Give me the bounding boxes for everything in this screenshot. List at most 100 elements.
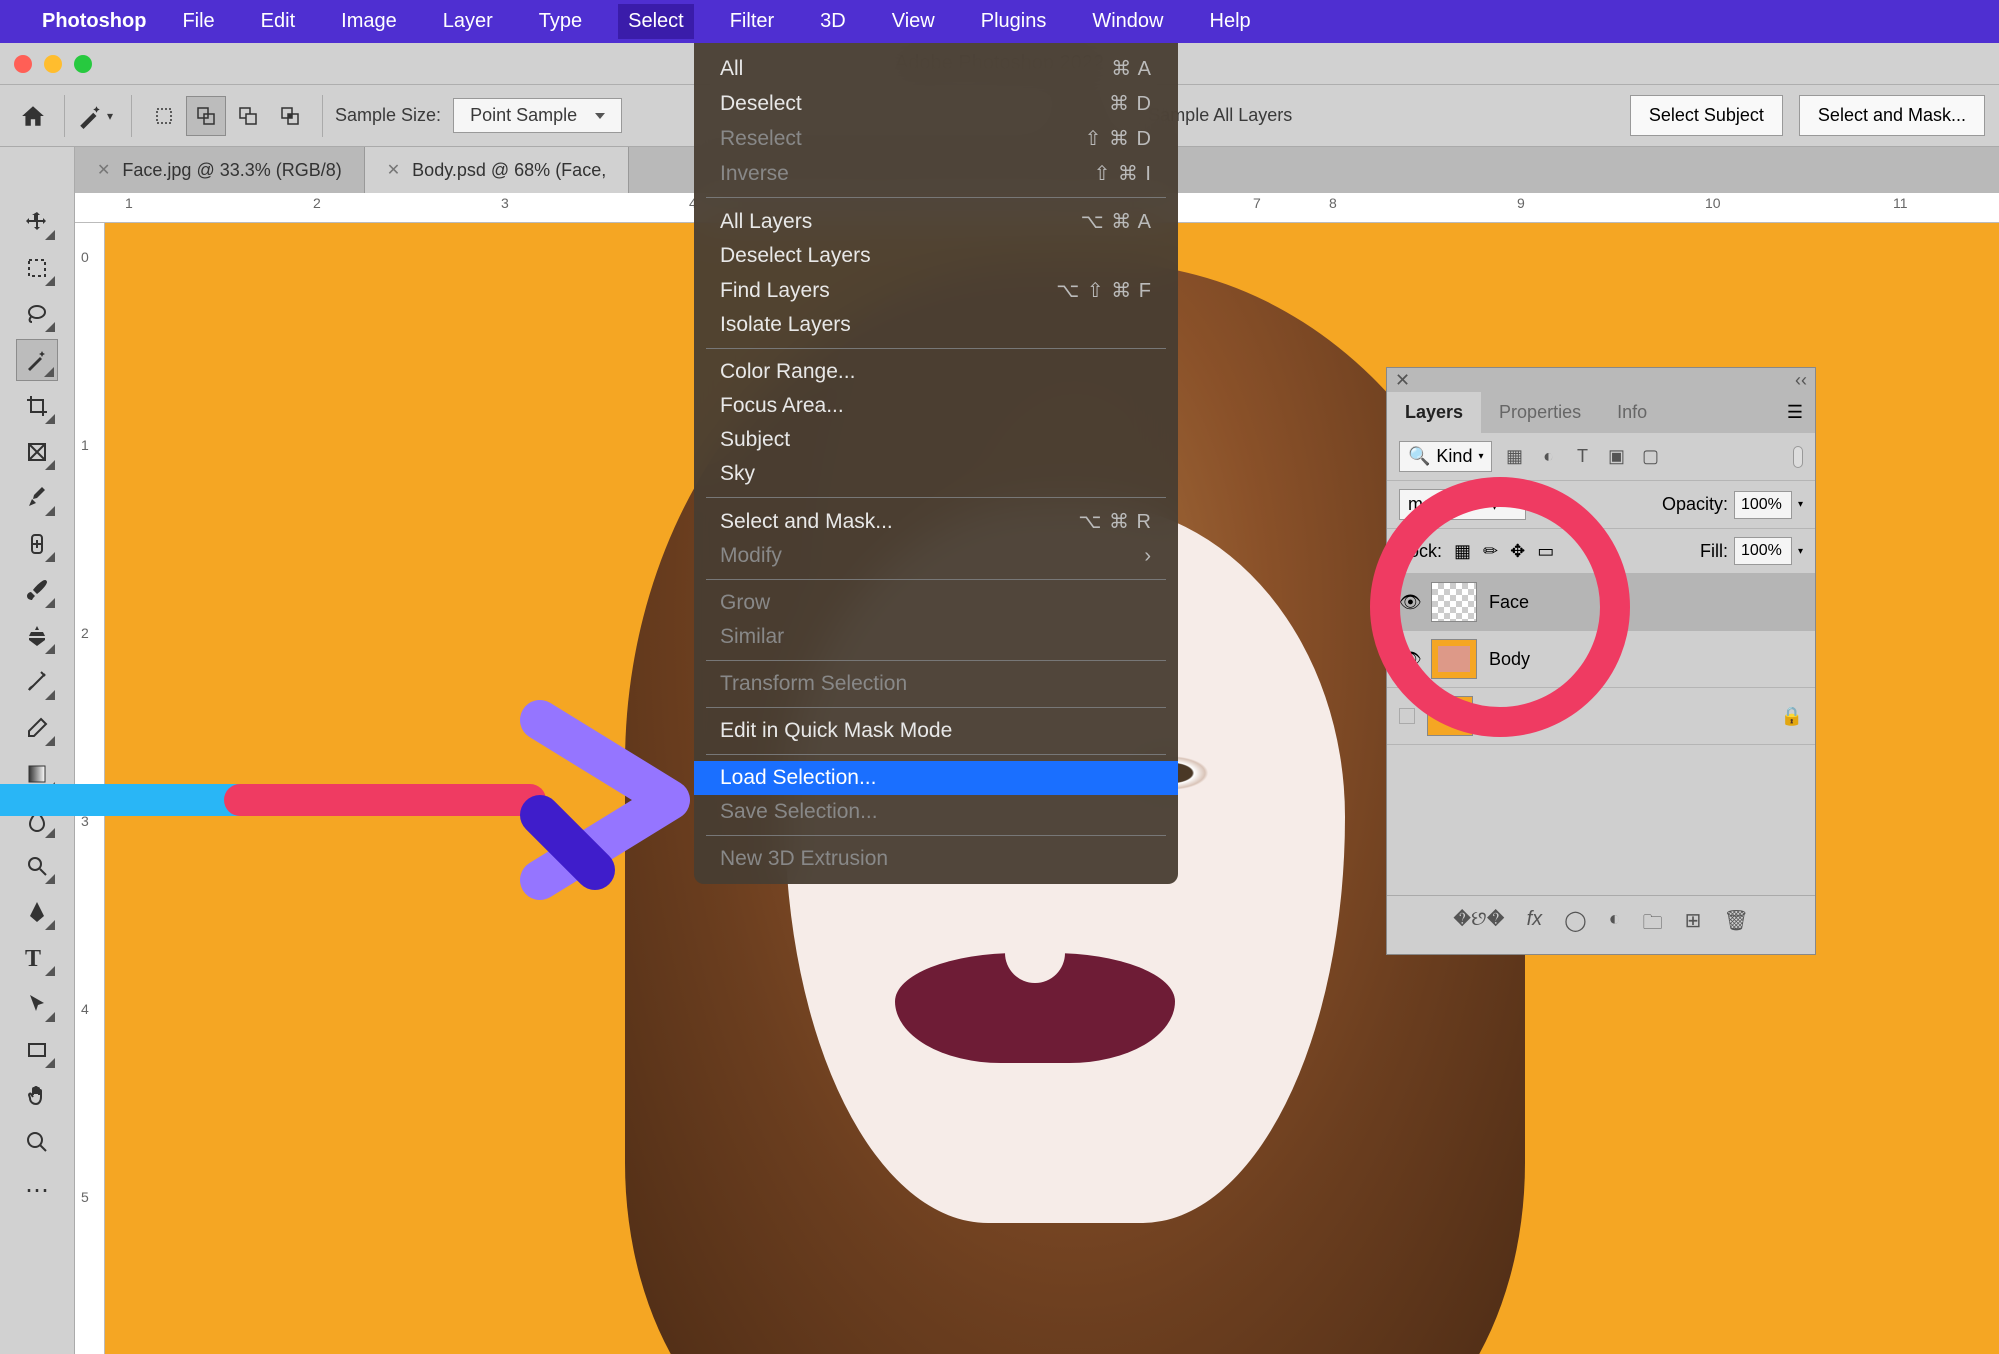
- select-subject-button[interactable]: Select Subject: [1630, 95, 1783, 136]
- crop-tool[interactable]: [16, 385, 58, 427]
- close-tab-icon[interactable]: ✕: [387, 160, 400, 180]
- add-mask-icon[interactable]: ◯: [1564, 908, 1586, 942]
- magic-wand-tool[interactable]: [16, 339, 58, 381]
- filter-pixel-icon[interactable]: ▦: [1502, 446, 1526, 467]
- layer-thumbnail[interactable]: [1431, 582, 1477, 622]
- document-tab[interactable]: ✕ Face.jpg @ 33.3% (RGB/8): [75, 147, 365, 193]
- healing-brush-tool[interactable]: [16, 523, 58, 565]
- blur-tool[interactable]: [16, 799, 58, 841]
- menu-item-edit-in-quick-mask-mode[interactable]: Edit in Quick Mask Mode: [694, 714, 1178, 748]
- tool-indicator-magic-wand-icon[interactable]: ▾: [77, 103, 119, 129]
- panel-tab-properties[interactable]: Properties: [1481, 392, 1599, 433]
- menu-item-all[interactable]: All⌘ A: [694, 51, 1178, 86]
- menu-file[interactable]: File: [172, 4, 224, 39]
- visibility-toggle-icon[interactable]: 👁: [1399, 592, 1419, 613]
- menu-item-all-layers[interactable]: All Layers⌥ ⌘ A: [694, 204, 1178, 239]
- panel-collapse-icon[interactable]: ‹‹: [1795, 370, 1807, 391]
- opacity-input[interactable]: [1734, 491, 1792, 519]
- filter-toggle[interactable]: [1793, 446, 1803, 468]
- menu-item-color-range[interactable]: Color Range...: [694, 355, 1178, 389]
- frame-tool[interactable]: [16, 431, 58, 473]
- menu-item-load-selection[interactable]: Load Selection...: [694, 761, 1178, 795]
- lock-position-icon[interactable]: ✥: [1510, 541, 1525, 562]
- lasso-tool[interactable]: [16, 293, 58, 335]
- dodge-tool[interactable]: [16, 845, 58, 887]
- menu-item-isolate-layers[interactable]: Isolate Layers: [694, 308, 1178, 342]
- visibility-toggle-icon[interactable]: [1399, 708, 1415, 724]
- type-tool[interactable]: T: [16, 937, 58, 979]
- blend-mode-dropdown[interactable]: mal ▾: [1399, 489, 1526, 520]
- rectangle-tool[interactable]: [16, 1029, 58, 1071]
- menu-item-select-and-mask[interactable]: Select and Mask...⌥ ⌘ R: [694, 504, 1178, 539]
- menu-plugins[interactable]: Plugins: [971, 4, 1057, 39]
- filter-shape-icon[interactable]: ▣: [1604, 446, 1628, 467]
- selection-intersect-icon[interactable]: [270, 96, 310, 136]
- menu-item-focus-area[interactable]: Focus Area...: [694, 389, 1178, 423]
- window-close-button[interactable]: [14, 55, 32, 73]
- selection-new-icon[interactable]: [144, 96, 184, 136]
- menu-window[interactable]: Window: [1082, 4, 1173, 39]
- new-group-icon[interactable]: 🗀: [1643, 908, 1663, 942]
- menu-image[interactable]: Image: [331, 4, 407, 39]
- app-name[interactable]: Photoshop: [42, 10, 146, 33]
- filter-adjustment-icon[interactable]: ◐: [1536, 446, 1560, 467]
- link-layers-icon[interactable]: �છ�: [1453, 908, 1504, 942]
- pen-tool[interactable]: [16, 891, 58, 933]
- lock-icon[interactable]: 🔒: [1781, 706, 1803, 727]
- layer-name[interactable]: Face: [1489, 592, 1529, 613]
- adjustment-layer-icon[interactable]: ◐: [1609, 908, 1621, 942]
- close-tab-icon[interactable]: ✕: [97, 160, 110, 180]
- home-button[interactable]: [14, 97, 52, 135]
- select-and-mask-button[interactable]: Select and Mask...: [1799, 95, 1985, 136]
- menu-filter[interactable]: Filter: [720, 4, 784, 39]
- visibility-toggle-icon[interactable]: 👁: [1399, 649, 1419, 670]
- filter-type-icon[interactable]: T: [1570, 446, 1594, 467]
- menu-help[interactable]: Help: [1200, 4, 1261, 39]
- layer-row[interactable]: 👁 Face: [1387, 574, 1815, 631]
- layer-name[interactable]: ckground: [1485, 706, 1559, 727]
- window-minimize-button[interactable]: [44, 55, 62, 73]
- layer-row[interactable]: ckground 🔒: [1387, 688, 1815, 745]
- zoom-tool[interactable]: [16, 1121, 58, 1163]
- new-layer-icon[interactable]: ⊞: [1685, 908, 1702, 942]
- lock-artboard-icon[interactable]: ▭: [1537, 541, 1554, 562]
- layer-thumbnail[interactable]: [1431, 639, 1477, 679]
- edit-toolbar-icon[interactable]: ⋯: [16, 1167, 58, 1209]
- layer-thumbnail[interactable]: [1427, 696, 1473, 736]
- selection-add-icon[interactable]: [186, 96, 226, 136]
- menu-item-find-layers[interactable]: Find Layers⌥ ⇧ ⌘ F: [694, 273, 1178, 308]
- window-maximize-button[interactable]: [74, 55, 92, 73]
- move-tool[interactable]: [16, 201, 58, 243]
- menu-view[interactable]: View: [882, 4, 945, 39]
- menu-3d[interactable]: 3D: [810, 4, 856, 39]
- filter-smart-icon[interactable]: ▢: [1638, 446, 1662, 467]
- menu-type[interactable]: Type: [529, 4, 592, 39]
- lock-pixels-icon[interactable]: ✏: [1483, 541, 1498, 562]
- layer-effects-icon[interactable]: fx: [1527, 908, 1543, 942]
- fill-input[interactable]: [1734, 537, 1792, 565]
- layer-row[interactable]: 👁 Body: [1387, 631, 1815, 688]
- path-selection-tool[interactable]: [16, 983, 58, 1025]
- hand-tool[interactable]: [16, 1075, 58, 1117]
- history-brush-tool[interactable]: [16, 661, 58, 703]
- eyedropper-tool[interactable]: [16, 477, 58, 519]
- selection-subtract-icon[interactable]: [228, 96, 268, 136]
- eraser-tool[interactable]: [16, 707, 58, 749]
- gradient-tool[interactable]: [16, 753, 58, 795]
- menu-item-deselect[interactable]: Deselect⌘ D: [694, 86, 1178, 121]
- marquee-tool[interactable]: [16, 247, 58, 289]
- panel-tab-layers[interactable]: Layers: [1387, 392, 1481, 433]
- panel-tab-info[interactable]: Info: [1599, 392, 1665, 433]
- menu-select[interactable]: Select: [618, 4, 694, 39]
- document-tab[interactable]: ✕ Body.psd @ 68% (Face,: [365, 147, 629, 193]
- delete-layer-icon[interactable]: 🗑: [1723, 908, 1748, 942]
- menu-edit[interactable]: Edit: [251, 4, 305, 39]
- menu-layer[interactable]: Layer: [433, 4, 503, 39]
- panel-menu-icon[interactable]: ☰: [1775, 392, 1815, 433]
- layer-filter-kind-dropdown[interactable]: 🔍 Kind ▾: [1399, 441, 1492, 472]
- sample-size-dropdown[interactable]: Point Sample: [453, 98, 622, 133]
- menu-item-subject[interactable]: Subject: [694, 423, 1178, 457]
- panel-close-icon[interactable]: ✕: [1395, 370, 1410, 391]
- clone-stamp-tool[interactable]: [16, 615, 58, 657]
- brush-tool[interactable]: [16, 569, 58, 611]
